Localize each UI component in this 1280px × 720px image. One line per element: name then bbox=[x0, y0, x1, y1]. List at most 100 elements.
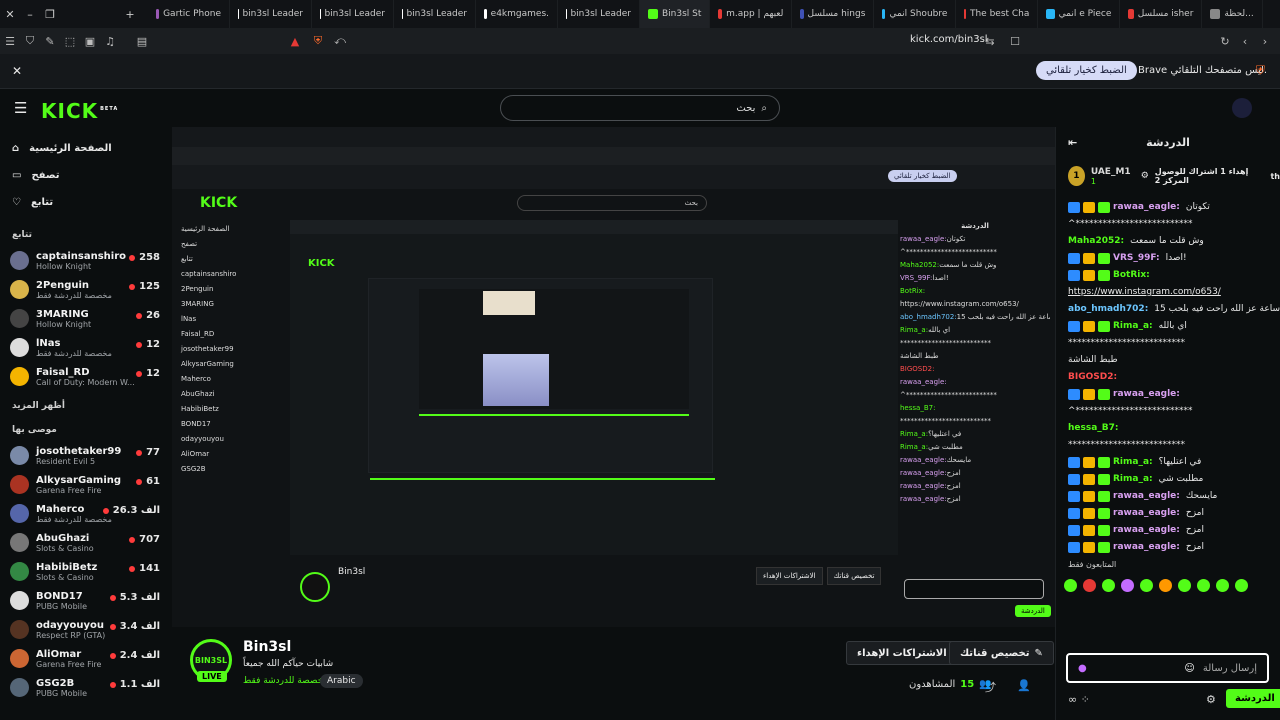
stream-category[interactable]: مخصصة للدردشة فقط bbox=[243, 676, 328, 686]
set-default-button[interactable]: الضبط كخيار تلقائي bbox=[1036, 61, 1137, 80]
chat-username[interactable]: VRS_99F: bbox=[1113, 252, 1160, 265]
browser-tab[interactable]: bin3sl Leader bbox=[394, 0, 476, 28]
extension-icon[interactable]: ✎ bbox=[40, 35, 60, 48]
nav-following[interactable]: ♡ تتابع bbox=[0, 189, 172, 216]
share-icon[interactable]: ⤺ bbox=[330, 34, 350, 48]
collapse-chat-icon[interactable]: ⇤ bbox=[1068, 136, 1077, 149]
language-tag[interactable]: Arabic bbox=[320, 674, 363, 688]
pinned-user[interactable]: UAE_M1 bbox=[1091, 167, 1131, 177]
share-icon[interactable]: ⤴ bbox=[985, 679, 996, 695]
browser-tab[interactable]: bin3sl Leader bbox=[230, 0, 312, 28]
emote-icon[interactable] bbox=[1102, 579, 1115, 592]
emote-icon[interactable] bbox=[1121, 579, 1134, 592]
chat-username[interactable]: Rima_a: bbox=[1113, 473, 1153, 486]
browser-tab[interactable]: انمي Shoubre bbox=[874, 0, 957, 28]
minimize-window-icon[interactable]: – bbox=[20, 8, 40, 21]
browser-tab[interactable]: مسلسل isher bbox=[1120, 0, 1203, 28]
shield-icon[interactable]: ⛉ bbox=[20, 34, 40, 48]
channel-item[interactable]: lNas مخصصة للدردشة فقط 12 bbox=[0, 333, 172, 362]
channel-item[interactable]: HabibiBetz Slots & Casino 141 bbox=[0, 557, 172, 586]
chat-settings-icon[interactable]: ⚙ bbox=[1206, 693, 1216, 706]
browser-tab[interactable]: bin3sl Leader bbox=[558, 0, 640, 28]
channel-item[interactable]: josothetaker99 Resident Evil 5 77 bbox=[0, 441, 172, 470]
chat-username[interactable]: abo_hmadh702: bbox=[1068, 303, 1148, 316]
nav-home[interactable]: ⌂ الصفحة الرئيسية bbox=[0, 135, 172, 162]
chat-username[interactable]: rawaa_eagle: bbox=[1113, 201, 1180, 214]
music-icon[interactable]: ♫ bbox=[100, 35, 120, 48]
browser-tab[interactable]: Gartic Phone bbox=[148, 0, 230, 28]
chat-username[interactable]: BotRix: bbox=[1113, 269, 1150, 282]
emote-icon[interactable] bbox=[1235, 579, 1248, 592]
channel-item[interactable]: AbuGhazi Slots & Casino 707 bbox=[0, 528, 172, 557]
brave-shields-icon[interactable]: ⛨ bbox=[308, 34, 328, 48]
chat-username[interactable]: BIGOSD2: bbox=[1068, 371, 1117, 384]
channel-item[interactable]: AliOmar Garena Free Fire الف 2.4 bbox=[0, 644, 172, 673]
chat-username[interactable]: Rima_a: bbox=[1113, 320, 1153, 333]
screenshot-icon[interactable]: ⬚ bbox=[60, 35, 80, 48]
sidebar-icon[interactable]: ▣ bbox=[80, 35, 100, 48]
add-user-icon[interactable]: 👤 bbox=[1017, 679, 1031, 692]
emote-icon[interactable] bbox=[1197, 579, 1210, 592]
emote-icon[interactable] bbox=[1083, 579, 1096, 592]
chat-username[interactable]: Maha2052: bbox=[1068, 235, 1124, 248]
browser-tab[interactable]: bin3sl Leader bbox=[312, 0, 394, 28]
tabs-icon[interactable]: ▤ bbox=[132, 35, 152, 48]
browser-tab[interactable]: انمي e Piece bbox=[1038, 0, 1121, 28]
emote-icon[interactable] bbox=[1140, 579, 1153, 592]
browser-tab[interactable]: Bin3sl St bbox=[640, 0, 711, 28]
customize-channel-button[interactable]: تخصيص قناتك ✎ bbox=[949, 641, 1054, 665]
mic-icon[interactable]: ● bbox=[1078, 663, 1087, 674]
browser-tab[interactable]: لحظة... bbox=[1202, 0, 1263, 28]
channel-item[interactable]: GSG2B PUBG Mobile الف 1.1 bbox=[0, 673, 172, 702]
chat-input[interactable]: ☺ إرسال رسالة ● bbox=[1066, 653, 1269, 683]
chat-send-button[interactable]: الدردشة bbox=[1226, 689, 1280, 708]
nav-browse[interactable]: ▭ تصفح bbox=[0, 162, 172, 189]
url-field[interactable]: kick.com/bin3sl bbox=[910, 34, 988, 45]
forward-icon[interactable]: › bbox=[1255, 35, 1275, 48]
channel-item[interactable]: AlkysarGaming Garena Free Fire 61 bbox=[0, 470, 172, 499]
chat-username[interactable]: rawaa_eagle: bbox=[1113, 388, 1180, 401]
channel-item[interactable]: 2Penguin مخصصة للدردشة فقط 125 bbox=[0, 275, 172, 304]
reload-icon[interactable]: ↻ bbox=[1215, 35, 1235, 48]
bookmark-icon[interactable]: ☐ bbox=[1005, 35, 1025, 48]
new-tab-icon[interactable]: + bbox=[120, 8, 140, 21]
chat-username[interactable]: rawaa_eagle: bbox=[1113, 524, 1180, 537]
tab-label: bin3sl Leader bbox=[324, 9, 385, 19]
browser-tab[interactable]: مسلسل hings bbox=[792, 0, 875, 28]
emoji-icon[interactable]: ☺ bbox=[1184, 663, 1194, 674]
channel-item[interactable]: Maherco مخصصة للدردشة فقط الف 26.3 bbox=[0, 499, 172, 528]
chat-username[interactable]: rawaa_eagle: bbox=[1113, 541, 1180, 554]
channel-item[interactable]: Faisal_RD Call of Duty: Modern W... 12 bbox=[0, 362, 172, 391]
close-window-icon[interactable]: ✕ bbox=[0, 8, 20, 21]
menu-icon[interactable]: ☰ bbox=[0, 35, 20, 48]
back-icon[interactable]: ‹ bbox=[1235, 35, 1255, 48]
user-avatar[interactable] bbox=[1232, 98, 1252, 118]
channel-item[interactable]: odayyouyou Respect RP (GTA) الف 3.4 bbox=[0, 615, 172, 644]
kick-logo[interactable]: KICK BETA bbox=[41, 99, 118, 123]
video-player[interactable]: الضبط كخيار تلقائي KICK بحث الصفحة الرئي… bbox=[172, 127, 1055, 627]
emote-icon[interactable] bbox=[1216, 579, 1229, 592]
chat-username[interactable]: hessa_B7: bbox=[1068, 422, 1119, 435]
hamburger-icon[interactable]: ☰ bbox=[14, 99, 27, 117]
show-more-link[interactable]: أظهر المزيد bbox=[0, 401, 172, 411]
chat-username[interactable]: Rima_a: bbox=[1113, 456, 1153, 469]
close-infobar-icon[interactable]: ✕ bbox=[12, 64, 22, 78]
emote-icon[interactable] bbox=[1178, 579, 1191, 592]
channel-item[interactable]: BOND17 PUBG Mobile الف 5.3 bbox=[0, 586, 172, 615]
brave-rewards-icon[interactable]: ▲ bbox=[285, 35, 305, 48]
browser-tab[interactable]: m.app | لعبهم bbox=[710, 0, 793, 28]
site-settings-icon[interactable]: ⇆ bbox=[980, 35, 1000, 48]
channel-item[interactable]: 3MARING Hollow Knight 26 bbox=[0, 304, 172, 333]
browser-tab[interactable]: The best Cha bbox=[956, 0, 1039, 28]
infinity-icon[interactable]: ∞ ⁘ bbox=[1068, 693, 1090, 706]
streamer-name[interactable]: Bin3sl bbox=[243, 639, 291, 655]
chat-username[interactable]: rawaa_eagle: bbox=[1113, 490, 1180, 503]
chat-text[interactable]: https://www.instagram.com/o653/ bbox=[1068, 286, 1221, 299]
emote-icon[interactable] bbox=[1064, 579, 1077, 592]
browser-tab[interactable]: e4kmgames. bbox=[476, 0, 558, 28]
emote-icon[interactable] bbox=[1159, 579, 1172, 592]
chat-username[interactable]: rawaa_eagle: bbox=[1113, 507, 1180, 520]
restore-window-icon[interactable]: ❐ bbox=[40, 8, 60, 21]
channel-item[interactable]: captainsanshiro Hollow Knight 258 bbox=[0, 246, 172, 275]
search-input[interactable]: بحث ⌕ bbox=[500, 95, 780, 121]
